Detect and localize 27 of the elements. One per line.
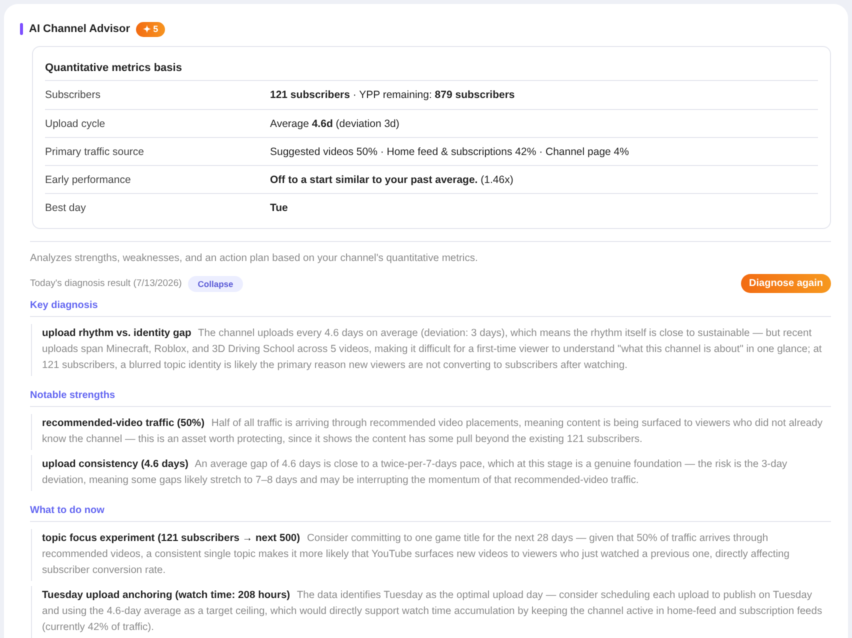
metric-label: Early performance (45, 172, 132, 186)
finding-paragraph: topic focus experiment (121 subscribers → next 500) Consider committing to one game title for the next 28 days — given that 50% of traffic arrives through recommended videos, a consistent single topic makes it more likely that YouTube surfaces new videos to viewers who just watched a previous one, directly affecting subscriber conversion rate. (31, 529, 831, 581)
metric-value: Suggested videos 50% · Home feed & subscriptions 42% · Channel page 4% (270, 144, 629, 158)
diagnose-again-button[interactable]: Diagnose again (741, 274, 831, 293)
metrics-title: Quantitative metrics basis (45, 62, 182, 74)
section-heading: Notable strengths (30, 390, 116, 401)
metric-label: Primary traffic source (45, 144, 145, 158)
metric-value: Average 4.6d (deviation 3d) (270, 116, 400, 130)
metric-label: Upload cycle (45, 116, 106, 130)
finding-paragraph: upload rhythm vs. identity gap The channel uploads every 4.6 days on average (deviation: 3 days), which means the rhythm itself is close to sustainable — but recent uploads span Minecraft, Roblox, and 3D Driving School across 5 videos, making it difficult for a first-time viewer to understand "what this channel is about" in one glance; at 121 subscribers, a blurred topic identity is likely the primary reason new viewers are not converting to subscribers after watching. (31, 324, 831, 376)
metric-value: Tue (270, 200, 288, 214)
metric-value: Off to a start similar to your past average. (1.46x) (270, 172, 514, 186)
metric-label: Best day (45, 200, 87, 214)
badge-count: 5 (153, 23, 158, 35)
accent-bar (20, 23, 23, 35)
panel-title: AI Channel Advisor (29, 22, 130, 36)
collapse-button[interactable]: Collapse (188, 276, 244, 292)
section-heading: What to do now (30, 505, 104, 516)
finding-paragraph: recommended-video traffic (50%) Half of all traffic is arriving through recommended video placements, meaning content is being surfaced to viewers who did not already know the channel — this is an asset worth protecting, since it shows the content has some pull beyond the existing 121 subscribers. (31, 414, 831, 450)
metric-value: 121 subscribers · YPP remaining: 879 subscribers (270, 88, 515, 102)
result-date: Today's diagnosis result (7/13/2026) (30, 276, 182, 290)
finding-paragraph: Tuesday upload anchoring (watch time: 208 hours) The data identifies Tuesday as the optimal upload day — consider scheduling each upload to publish on Tuesday and using the 4.6-day average as a target ceiling, which would directly support watch time accumulation by keeping the channel active in home-feed and subscription feeds (currently 42% of traffic). (31, 586, 831, 638)
section-heading: Key diagnosis (30, 300, 98, 311)
description-text: Analyzes strengths, weaknesses, and an action plan based on your channel's quantitative metrics. (30, 252, 479, 266)
sparkle-icon (143, 25, 152, 33)
finding-paragraph: upload consistency (4.6 days) An average gap of 4.6 days is close to a twice-per-7-days pace, which at this stage is a genuine foundation — the risk is the 3-day deviation, meaning some gaps likely stretch to 7–8 days and may be interrupting the momentum of that recommended-video traffic. (31, 455, 831, 491)
metric-label: Subscribers (45, 88, 102, 102)
